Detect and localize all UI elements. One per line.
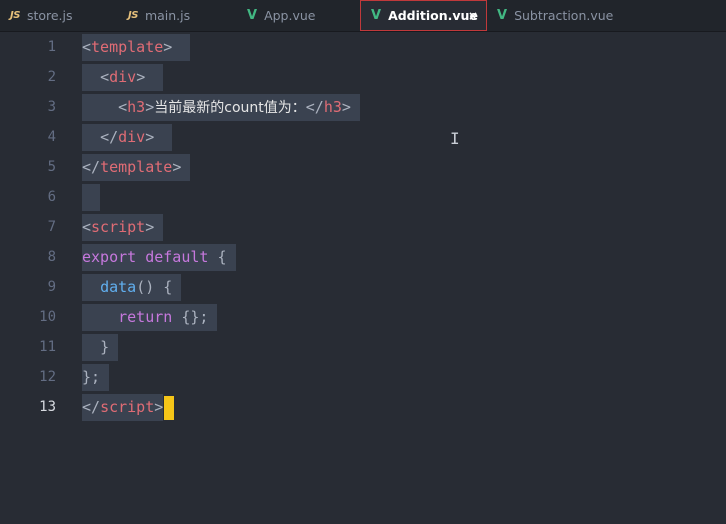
brace: { — [217, 248, 227, 266]
javascript-file-icon: JS — [10, 10, 20, 21]
tag-bracket: > — [145, 98, 155, 116]
vue-file-icon: V — [371, 8, 382, 23]
tag-name: h3 — [127, 98, 146, 116]
vue-file-icon: V — [497, 8, 508, 23]
javascript-file-icon: JS — [128, 10, 138, 21]
line-number: 7 — [47, 219, 56, 235]
line-number: 4 — [47, 129, 56, 145]
close-tab-icon[interactable]: × — [468, 9, 478, 23]
tab-label: store.js — [26, 8, 73, 23]
code-line: } — [82, 332, 119, 362]
tag-bracket: </ — [100, 128, 119, 146]
line-number: 1 — [47, 39, 56, 55]
tab-label: Addition.vue — [388, 8, 478, 23]
tag-bracket: < — [82, 38, 92, 56]
tab-main-js[interactable]: JS main.js — [118, 0, 237, 31]
tab-addition-vue[interactable]: V Addition.vue × — [360, 0, 487, 31]
code-line: return {}; — [82, 302, 218, 332]
line-number: 8 — [47, 249, 56, 265]
tab-label: Subtraction.vue — [514, 8, 614, 23]
tab-app-vue[interactable]: V App.vue — [237, 0, 360, 31]
tag-bracket: > — [145, 218, 155, 236]
code-line: }; — [82, 362, 110, 392]
tag-name: div — [109, 68, 137, 86]
code-editor[interactable]: 1 2 3 4 5 6 7 8 9 10 11 12 13 <template>… — [0, 32, 726, 524]
vue-file-icon: V — [247, 8, 258, 23]
brace: }; — [82, 368, 101, 386]
code-line: <script> — [82, 212, 164, 242]
line-number: 10 — [39, 309, 56, 325]
tab-label: App.vue — [264, 8, 316, 23]
tag-bracket: > — [163, 38, 173, 56]
tag-bracket: > — [172, 158, 182, 176]
tab-store-js[interactable]: JS store.js — [0, 0, 118, 31]
tag-bracket: < — [100, 68, 110, 86]
tag-bracket: > — [136, 68, 146, 86]
code-line: export default { — [82, 242, 236, 272]
code-line: <h3>当前最新的count值为：</h3> — [82, 92, 360, 122]
mouse-ibeam-icon: I — [450, 129, 460, 148]
code-line: </template> — [82, 152, 191, 182]
tag-bracket: > — [145, 128, 155, 146]
tag-bracket: > — [341, 98, 351, 116]
brace: } — [100, 338, 110, 356]
tab-subtraction-vue[interactable]: V Subtraction.vue — [487, 0, 637, 31]
line-number: 6 — [47, 189, 56, 205]
tag-bracket: > — [154, 398, 164, 416]
tag-name: template — [91, 38, 164, 56]
code-line-current: </script> — [82, 392, 175, 422]
keyword: export — [82, 248, 137, 266]
line-number: 11 — [39, 339, 56, 355]
tag-name: template — [100, 158, 173, 176]
tab-label: main.js — [144, 8, 191, 23]
line-number: 5 — [47, 159, 56, 175]
tag-bracket: </ — [82, 398, 101, 416]
brace: { — [163, 278, 173, 296]
tag-name: h3 — [323, 98, 342, 116]
parentheses: () — [136, 278, 155, 296]
keyword: default — [145, 248, 209, 266]
tag-name: script — [91, 218, 146, 236]
code-line: <template> — [82, 32, 191, 62]
current-line-number: 13 — [39, 399, 56, 415]
code-line: data() { — [82, 272, 182, 302]
code-line: <div> — [82, 62, 164, 92]
line-number: 3 — [47, 99, 56, 115]
line-number: 9 — [47, 279, 56, 295]
code-line: </div> — [82, 122, 173, 152]
tag-bracket: </ — [305, 98, 324, 116]
heading-text: 当前最新的count值为： — [154, 100, 306, 116]
tag-name: script — [100, 398, 155, 416]
tag-bracket: < — [82, 218, 92, 236]
line-number: 2 — [47, 69, 56, 85]
keyword: return — [118, 308, 173, 326]
tag-bracket: < — [118, 98, 128, 116]
return-value: {}; — [181, 308, 209, 326]
code-line — [82, 182, 101, 212]
line-number: 12 — [39, 369, 56, 385]
function-name: data — [100, 278, 137, 296]
tab-bar: JS store.js JS main.js V App.vue V Addit… — [0, 0, 726, 32]
text-cursor — [164, 395, 175, 420]
tag-bracket: </ — [82, 158, 101, 176]
tag-name: div — [118, 128, 146, 146]
